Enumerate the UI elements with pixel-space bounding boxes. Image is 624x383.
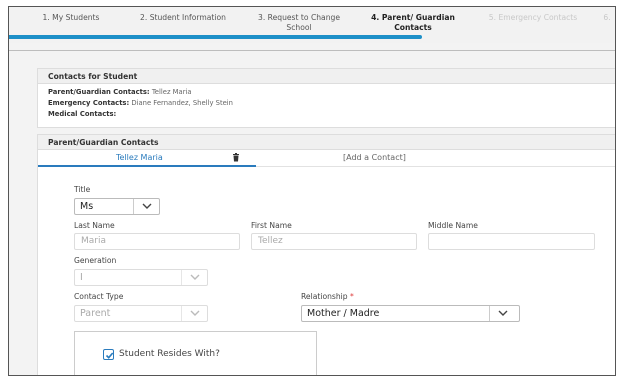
chevron-down-icon	[133, 199, 159, 214]
contacts-summary-panel: Contacts for Student Parent/Guardian Con…	[37, 68, 615, 128]
wizard-steps: 1. My Students 2. Student Information 3.…	[9, 7, 615, 43]
contacts-summary-title: Contacts for Student	[38, 69, 615, 84]
last-name-label: Last Name	[74, 221, 115, 230]
title-label: Title	[74, 185, 91, 194]
generation-select: I	[74, 269, 208, 286]
parent-guardian-title: Parent/Guardian Contacts	[38, 135, 615, 150]
last-name-field[interactable]: Maria	[74, 233, 240, 250]
first-name-field[interactable]: Tellez	[251, 233, 417, 250]
relationship-label: Relationship *	[301, 292, 354, 301]
middle-name-label: Middle Name	[428, 221, 478, 230]
resides-box: Student Resides With?	[74, 331, 317, 375]
title-select[interactable]: Ms	[74, 198, 160, 215]
relationship-select[interactable]: Mother / Madre	[301, 305, 520, 322]
resides-checkbox[interactable]	[103, 349, 114, 360]
chevron-down-icon	[181, 270, 207, 285]
parent-guardian-panel: Parent/Guardian Contacts Tellez Maria [A…	[37, 134, 615, 375]
medical-contacts-summary: Medical Contacts:	[48, 110, 117, 118]
header-divider	[9, 50, 615, 51]
contact-type-label: Contact Type	[74, 292, 124, 301]
generation-label: Generation	[74, 256, 117, 265]
resides-label: Student Resides With?	[119, 349, 220, 359]
first-name-label: First Name	[251, 221, 292, 230]
chevron-down-icon	[181, 306, 207, 321]
middle-name-field[interactable]	[428, 233, 595, 250]
step-request-change-school[interactable]: 3. Request to Change School	[249, 13, 349, 33]
check-icon	[105, 352, 114, 359]
step-emergency-contacts: 5. Emergency Contacts	[488, 13, 578, 22]
step-student-information[interactable]: 2. Student Information	[127, 13, 239, 23]
tab-tellez-maria[interactable]: Tellez Maria	[116, 153, 163, 162]
progress-bar	[9, 35, 422, 39]
active-tab-underline	[38, 165, 256, 167]
chevron-down-icon	[489, 306, 519, 321]
required-marker: *	[350, 292, 354, 301]
step-6: 6.	[603, 13, 611, 22]
contact-type-select: Parent	[74, 305, 208, 322]
emergency-contacts-summary: Emergency Contacts: Diane Fernandez, She…	[48, 99, 233, 107]
tab-add-contact[interactable]: [Add a Contact]	[343, 153, 406, 162]
contact-tabs: Tellez Maria [Add a Contact]	[38, 150, 615, 167]
wizard-frame: 1. My Students 2. Student Information 3.…	[8, 6, 616, 376]
step-parent-guardian-contacts[interactable]: 4. Parent/ Guardian Contacts	[365, 13, 461, 33]
step-my-students[interactable]: 1. My Students	[31, 13, 111, 23]
trash-icon[interactable]	[232, 153, 240, 164]
parent-contacts-summary: Parent/Guardian Contacts: Tellez Maria	[48, 88, 192, 96]
